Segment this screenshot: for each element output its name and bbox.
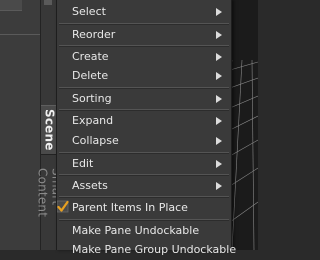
tab-strip-handle[interactable] xyxy=(44,0,52,5)
menu-item-label: Delete xyxy=(72,69,109,82)
menu-item-label: Collapse xyxy=(72,134,119,147)
submenu-arrow-icon xyxy=(216,137,222,145)
menu-item-label: Expand xyxy=(72,114,114,127)
menu-item-select[interactable]: Select xyxy=(57,1,231,22)
submenu-arrow-icon xyxy=(216,182,222,190)
menu-item-reorder[interactable]: Reorder xyxy=(57,24,231,45)
left-pane xyxy=(0,0,40,250)
submenu-arrow-icon xyxy=(216,31,222,39)
menu-item-label: Edit xyxy=(72,157,94,170)
menu-item-label: Reorder xyxy=(72,28,116,41)
menu-item-parent-items-in-place[interactable]: Parent Items In Place xyxy=(57,197,231,218)
menu-item-delete[interactable]: Delete xyxy=(57,65,231,86)
menu-item-sorting[interactable]: Sorting xyxy=(57,88,231,109)
menu-item-label: Parent Items In Place xyxy=(72,201,188,214)
context-menu: Select Reorder Create Delete Sorting Exp… xyxy=(56,0,236,256)
menu-item-collapse[interactable]: Collapse xyxy=(57,130,231,151)
menu-item-label: Create xyxy=(72,50,109,63)
menu-item-make-pane-undockable[interactable]: Make Pane Undockable xyxy=(57,220,231,241)
pane-button[interactable] xyxy=(0,0,22,11)
submenu-arrow-icon xyxy=(216,95,222,103)
menu-item-label: Assets xyxy=(72,179,108,192)
submenu-arrow-icon xyxy=(216,160,222,168)
viewport-3d[interactable] xyxy=(230,0,258,250)
menu-item-create[interactable]: Create xyxy=(57,46,231,67)
submenu-arrow-icon xyxy=(216,72,222,80)
menu-item-assets[interactable]: Assets xyxy=(57,175,231,196)
menu-item-edit[interactable]: Edit xyxy=(57,153,231,174)
submenu-arrow-icon xyxy=(216,8,222,16)
menu-item-label: Sorting xyxy=(72,92,112,105)
submenu-arrow-icon xyxy=(216,53,222,61)
viewport-grid xyxy=(230,59,258,250)
menu-item-label: Make Pane Undockable xyxy=(72,224,200,237)
divider xyxy=(0,34,40,35)
checkmark-icon xyxy=(57,200,69,213)
menu-item-expand[interactable]: Expand xyxy=(57,110,231,131)
submenu-arrow-icon xyxy=(216,117,222,125)
tab-scene-label: Scene xyxy=(42,109,57,151)
menu-item-label: Select xyxy=(72,5,106,18)
